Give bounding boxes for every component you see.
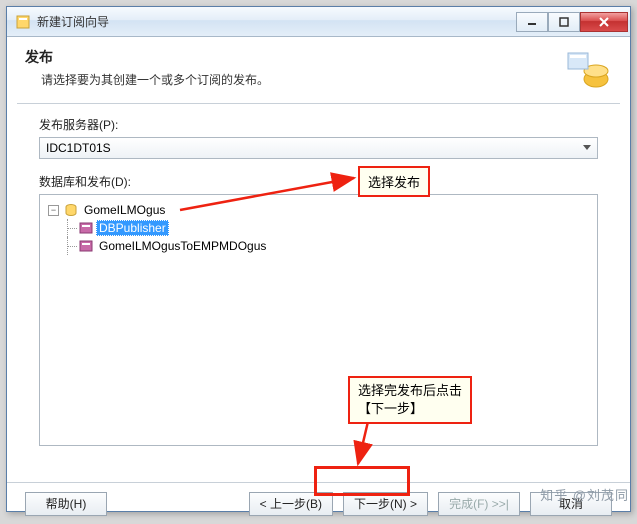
database-icon: [63, 203, 78, 217]
app-icon: [15, 14, 31, 30]
tree-item[interactable]: GomeILMOgusToEMPMDOgus: [44, 237, 593, 255]
page-subtitle: 请选择要为其创建一个或多个订阅的发布。: [41, 71, 564, 88]
window-buttons: [516, 12, 628, 32]
publication-tree[interactable]: − GomeILMOgus DBPublisher GomeILMOgusToE…: [39, 194, 598, 446]
tree-root-row[interactable]: − GomeILMOgus: [44, 201, 593, 219]
publication-icon: [78, 221, 93, 235]
watermark: 知乎 @刘茂同: [540, 485, 629, 504]
titlebar: 新建订阅向导: [7, 7, 630, 37]
server-value: IDC1DT01S: [46, 141, 111, 155]
server-combobox[interactable]: IDC1DT01S: [39, 137, 598, 159]
server-label: 发布服务器(P):: [39, 116, 598, 133]
tree-item-label: GomeILMOgusToEMPMDOgus: [96, 239, 269, 253]
close-button[interactable]: [580, 12, 628, 32]
minimize-button[interactable]: [516, 12, 548, 32]
wizard-header: 发布 请选择要为其创建一个或多个订阅的发布。: [7, 37, 630, 103]
header-icon: [564, 47, 612, 91]
collapse-icon[interactable]: −: [48, 205, 59, 216]
help-button[interactable]: 帮助(H): [25, 492, 107, 516]
tree-item-label: DBPublisher: [96, 220, 169, 236]
wizard-window: 新建订阅向导 发布 请选择要为其创建一个或多个订阅的发布。 发布服务器(P): …: [6, 6, 631, 512]
tree-root-label: GomeILMOgus: [81, 203, 168, 217]
back-button[interactable]: < 上一步(B): [249, 492, 333, 516]
tree-line: [62, 237, 78, 255]
tree-item-selected[interactable]: DBPublisher: [44, 219, 593, 237]
tree-line: [62, 219, 78, 237]
db-label: 数据库和发布(D):: [39, 173, 598, 190]
next-button[interactable]: 下一步(N) >: [343, 492, 428, 516]
maximize-button[interactable]: [548, 12, 580, 32]
wizard-body: 发布服务器(P): IDC1DT01S 数据库和发布(D): − GomeILM…: [7, 104, 630, 482]
chevron-down-icon: [579, 140, 595, 156]
finish-button: 完成(F) >>|: [438, 492, 520, 516]
window-title: 新建订阅向导: [37, 13, 516, 30]
page-title: 发布: [25, 47, 564, 67]
publication-icon: [78, 239, 93, 253]
